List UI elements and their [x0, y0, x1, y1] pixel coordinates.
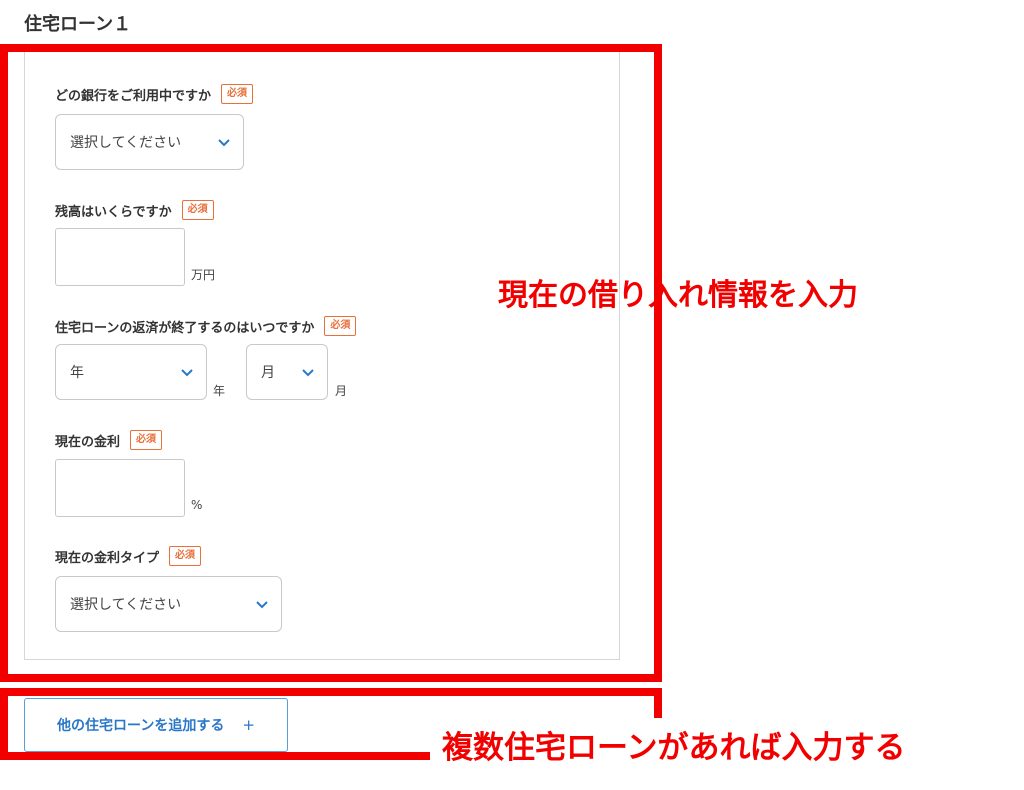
highlight-frame-add-top [0, 688, 662, 696]
add-loan-button-label: 他の住宅ローンを追加する [57, 718, 225, 734]
highlight-frame-add-bottom [0, 752, 430, 760]
highlight-frame-add-left [0, 688, 8, 760]
add-loan-button[interactable]: 他の住宅ローンを追加する + [24, 698, 288, 752]
annotation-current-info: 現在の借り入れ情報を入力 [498, 278, 858, 313]
highlight-frame-add-right [654, 688, 662, 718]
annotation-multiple-loans: 複数住宅ローンがあれば入力する [442, 730, 906, 766]
plus-icon: + [242, 716, 255, 734]
section-title: 住宅ローン１ [24, 14, 132, 35]
highlight-frame-form [0, 44, 662, 682]
